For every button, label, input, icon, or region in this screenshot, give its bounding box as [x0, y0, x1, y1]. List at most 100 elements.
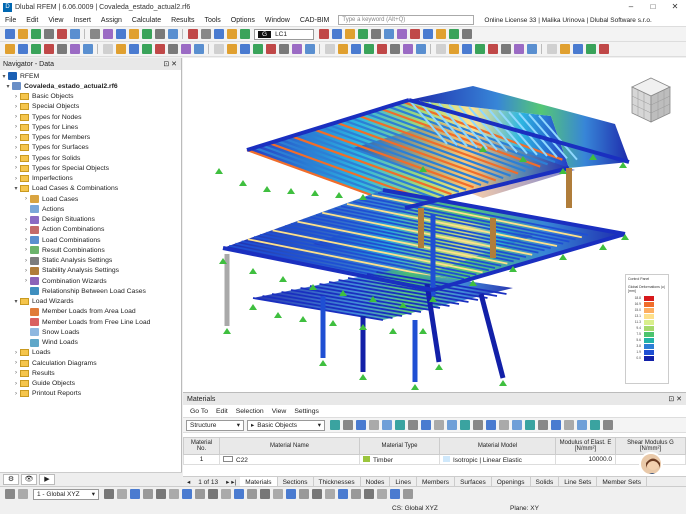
- table-tool-icon[interactable]: [602, 420, 613, 430]
- table-tool-icon[interactable]: [537, 420, 548, 430]
- expand-icon[interactable]: ›: [12, 124, 20, 130]
- status-tool-icon[interactable]: [402, 489, 413, 499]
- expand-icon[interactable]: ›: [22, 227, 30, 233]
- expand-icon[interactable]: ›: [22, 258, 30, 264]
- view-tool-icon[interactable]: [17, 44, 28, 54]
- expand-icon[interactable]: ›: [12, 360, 20, 366]
- tree-item-imperfections[interactable]: › Imperfections: [0, 174, 181, 184]
- cell-no[interactable]: 1: [183, 454, 220, 465]
- tree-item-types-for-surfaces[interactable]: › Types for Surfaces: [0, 143, 181, 153]
- tree-item-snow-loads[interactable]: Snow Loads: [0, 327, 181, 337]
- grid-icon[interactable]: [17, 489, 28, 499]
- expand-icon[interactable]: ›: [12, 94, 20, 100]
- collapse-icon[interactable]: ▾: [12, 185, 20, 192]
- table-tool-icon[interactable]: [485, 420, 496, 430]
- view-tool-icon[interactable]: [402, 44, 413, 54]
- table-row[interactable]: 1 C22 Timber Isotropic | Linear Elastic …: [183, 454, 686, 465]
- expand-icon[interactable]: ›: [22, 217, 30, 223]
- expand-icon[interactable]: ›: [12, 176, 20, 182]
- table-tool-icon[interactable]: [420, 420, 431, 430]
- status-tool-icon[interactable]: [233, 489, 244, 499]
- view-tool-icon[interactable]: [337, 44, 348, 54]
- results-tool-icon[interactable]: [370, 29, 381, 39]
- results-tool-icon[interactable]: [435, 29, 446, 39]
- view-tool-icon[interactable]: [278, 44, 289, 54]
- cell-modulus-e[interactable]: 10000.0: [555, 454, 616, 465]
- results-tool-icon[interactable]: [448, 29, 459, 39]
- table-tool-icon[interactable]: [563, 420, 574, 430]
- col-material-name[interactable]: Material Name: [219, 437, 360, 455]
- menu-view[interactable]: View: [268, 408, 291, 415]
- results-tool-icon[interactable]: [344, 29, 355, 39]
- snap-icon[interactable]: [4, 489, 15, 499]
- table-tool-icon[interactable]: [433, 420, 444, 430]
- toolbar-tool-icon[interactable]: [154, 29, 165, 39]
- view-tool-icon[interactable]: [513, 44, 524, 54]
- table-tool-icon[interactable]: [472, 420, 483, 430]
- expand-icon[interactable]: ›: [12, 350, 20, 356]
- view-cube-icon[interactable]: [630, 76, 672, 124]
- objects-dropdown[interactable]: ▸ Basic Objects ▾: [247, 419, 325, 431]
- toolbar-tool-icon[interactable]: [167, 29, 178, 39]
- view-tool-icon[interactable]: [546, 44, 557, 54]
- toolbar-tool-icon[interactable]: [239, 29, 250, 39]
- view-dropdown[interactable]: 1 - Global XYZ ▾: [33, 488, 99, 500]
- tree-item-types-for-members[interactable]: › Types for Members: [0, 133, 181, 143]
- status-tool-icon[interactable]: [285, 489, 296, 499]
- view-tool-icon[interactable]: [193, 44, 204, 54]
- view-tool-icon[interactable]: [82, 44, 93, 54]
- status-tool-icon[interactable]: [129, 489, 140, 499]
- tree-item-load-wizards[interactable]: ▾ Load Wizards: [0, 297, 181, 307]
- tree-item-types-for-lines[interactable]: › Types for Lines: [0, 122, 181, 132]
- tree-item-calculation-diagrams[interactable]: › Calculation Diagrams: [0, 358, 181, 368]
- menu-settings[interactable]: Settings: [290, 408, 323, 415]
- menu-edit[interactable]: Edit: [21, 17, 43, 24]
- status-tool-icon[interactable]: [363, 489, 374, 499]
- view-tool-icon[interactable]: [115, 44, 126, 54]
- tree-item-types-for-special-objects[interactable]: › Types for Special Objects: [0, 163, 181, 173]
- col-material-type[interactable]: Material Type: [359, 437, 440, 455]
- menu-go-to[interactable]: Go To: [186, 408, 212, 415]
- view-tool-icon[interactable]: [435, 44, 446, 54]
- expand-icon[interactable]: ›: [22, 247, 30, 253]
- view-tool-icon[interactable]: [102, 44, 113, 54]
- tree-item-basic-objects[interactable]: › Basic Objects: [0, 92, 181, 102]
- view-tool-icon[interactable]: [389, 44, 400, 54]
- table-tool-icon[interactable]: [459, 420, 470, 430]
- status-tool-icon[interactable]: [207, 489, 218, 499]
- status-tool-icon[interactable]: [311, 489, 322, 499]
- view-tool-icon[interactable]: [43, 44, 54, 54]
- results-legend[interactable]: Control Panel Global Deformations |u| [m…: [625, 274, 669, 384]
- menu-edit[interactable]: Edit: [212, 408, 232, 415]
- expand-icon[interactable]: ›: [12, 155, 20, 161]
- panel-close-icon[interactable]: ⊡ ✕: [668, 395, 682, 403]
- table-tool-icon[interactable]: [550, 420, 561, 430]
- tree-item-printout-reports[interactable]: › Printout Reports: [0, 389, 181, 399]
- toolbar-tool-icon[interactable]: [30, 29, 41, 39]
- views-tab-icon[interactable]: ▶: [39, 474, 55, 485]
- status-tool-icon[interactable]: [389, 489, 400, 499]
- view-tool-icon[interactable]: [69, 44, 80, 54]
- view-tool-icon[interactable]: [30, 44, 41, 54]
- tree-root[interactable]: ▾ RFEM: [0, 71, 181, 81]
- view-tool-icon[interactable]: [252, 44, 263, 54]
- expand-icon[interactable]: ›: [12, 104, 20, 110]
- results-tool-icon[interactable]: [357, 29, 368, 39]
- menu-results[interactable]: Results: [166, 17, 199, 24]
- tree-item-combination-wizards[interactable]: › Combination Wizards: [0, 276, 181, 286]
- structural-model-render[interactable]: [183, 58, 686, 392]
- navigator-pin-icon[interactable]: ⊡ ✕: [163, 60, 177, 68]
- view-tool-icon[interactable]: [526, 44, 537, 54]
- toolbar-tool-icon[interactable]: [213, 29, 224, 39]
- toolbar-tool-icon[interactable]: [226, 29, 237, 39]
- status-tool-icon[interactable]: [376, 489, 387, 499]
- menu-assign[interactable]: Assign: [96, 17, 127, 24]
- status-tool-icon[interactable]: [246, 489, 257, 499]
- view-tool-icon[interactable]: [376, 44, 387, 54]
- view-tool-icon[interactable]: [415, 44, 426, 54]
- tree-item-load-combinations[interactable]: › Load Combinations: [0, 235, 181, 245]
- expand-icon[interactable]: ›: [12, 165, 20, 171]
- table-tool-icon[interactable]: [511, 420, 522, 430]
- results-tool-icon[interactable]: [318, 29, 329, 39]
- col-modulus-e[interactable]: Modulus of Elast. E [N/mm²]: [555, 437, 616, 455]
